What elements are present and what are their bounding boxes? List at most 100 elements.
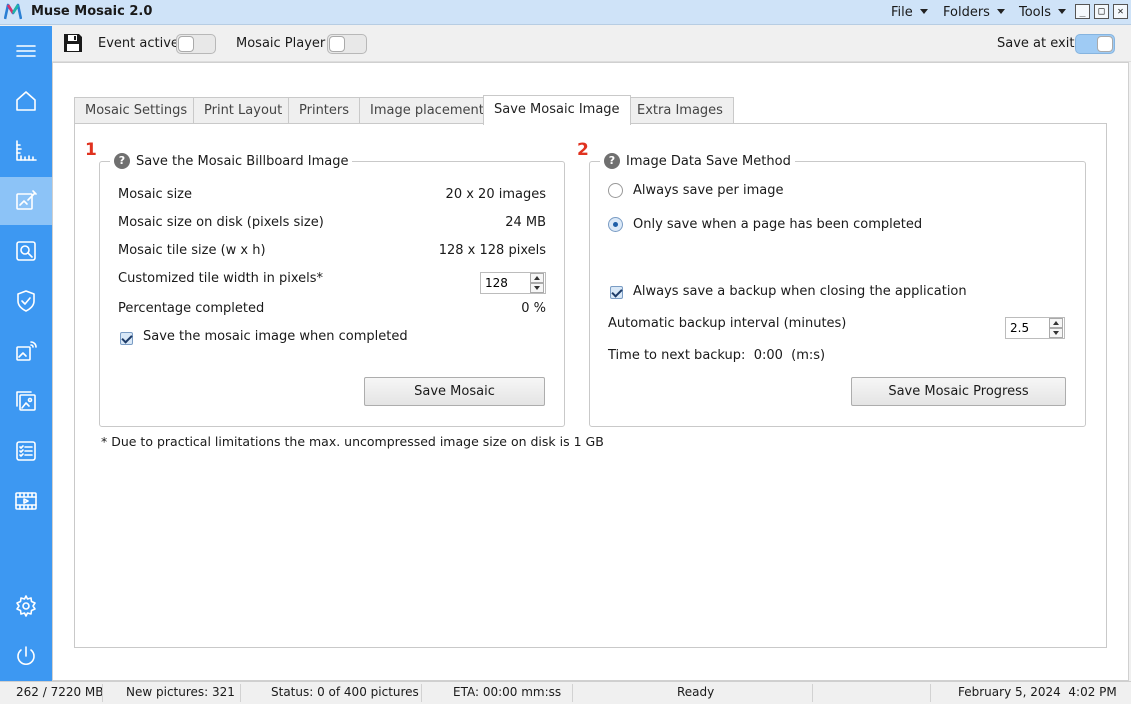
backup-interval-input[interactable]	[1006, 318, 1048, 338]
app-logo-icon	[4, 3, 22, 20]
stepper-down-button[interactable]	[1049, 328, 1063, 338]
status-separator	[240, 684, 241, 702]
backup-interval-stepper[interactable]	[1005, 317, 1065, 339]
status-state: Ready	[677, 685, 715, 699]
ruler-icon	[16, 140, 37, 161]
close-button[interactable]: ✕	[1113, 4, 1128, 19]
maximize-button[interactable]: □	[1094, 4, 1109, 19]
save-at-exit-label: Save at exit	[997, 36, 1075, 51]
sidebar-item-home[interactable]	[0, 77, 52, 125]
tile-size-value: 128 x 128 pixels	[438, 243, 546, 258]
footnote: * Due to practical limitations the max. …	[101, 434, 604, 449]
minimize-button[interactable]: _	[1075, 4, 1090, 19]
tab-save-mosaic-image[interactable]: Save Mosaic Image	[483, 95, 631, 125]
floppy-disk-icon[interactable]	[62, 32, 84, 54]
sidebar-item-search[interactable]	[0, 227, 52, 275]
sidebar-item-save-mosaic[interactable]	[0, 177, 52, 225]
custom-tile-width-stepper[interactable]	[480, 272, 546, 294]
status-separator	[102, 684, 103, 702]
mosaic-player-label: Mosaic Player	[236, 36, 326, 51]
event-active-toggle[interactable]	[176, 34, 216, 54]
toggle-knob	[329, 36, 345, 52]
mosaic-size-label: Mosaic size	[118, 187, 193, 202]
image-data-save-group: ? Image Data Save Method Always save per…	[589, 153, 1086, 427]
stepper-arrows	[1048, 318, 1064, 338]
event-active-label: Event active	[98, 36, 179, 51]
section-number-2: 2	[577, 140, 589, 160]
status-eta: ETA: 00:00 mm:ss	[453, 685, 562, 699]
shield-check-icon	[17, 290, 35, 312]
hamburger-menu-icon	[16, 45, 36, 57]
status-bar: 262 / 7220 MB New pictures: 321 Status: …	[0, 681, 1131, 704]
sidebar-item-layout[interactable]	[0, 127, 52, 175]
tile-size-label: Mosaic tile size (w x h)	[118, 243, 266, 258]
save-mosaic-progress-button[interactable]: Save Mosaic Progress	[851, 377, 1066, 406]
home-icon	[16, 91, 36, 111]
cast-image-icon	[16, 341, 37, 361]
sidebar-item-video[interactable]	[0, 477, 52, 525]
sidebar-item-photos[interactable]	[0, 377, 52, 425]
help-icon[interactable]: ?	[114, 153, 130, 169]
save-billboard-group: ? Save the Mosaic Billboard Image Mosaic…	[99, 153, 565, 427]
custom-tile-width-input[interactable]	[481, 273, 529, 293]
tab-printers[interactable]: Printers	[288, 97, 361, 124]
mosaic-disk-size-value: 24 MB	[505, 215, 546, 230]
next-backup-label: Time to next backup:	[608, 348, 746, 363]
backup-interval-label: Automatic backup interval (minutes)	[608, 316, 847, 331]
menu-file[interactable]: File	[891, 5, 928, 20]
chevron-down-icon	[1058, 9, 1067, 14]
stepper-down-button[interactable]	[530, 283, 544, 293]
main-panel: Mosaic Settings Print Layout Printers Im…	[52, 62, 1129, 681]
custom-tile-width-label: Customized tile width in pixels*	[118, 271, 324, 286]
section-number-1: 1	[85, 140, 97, 160]
menu-folders[interactable]: Folders	[943, 5, 1005, 20]
status-datetime: February 5, 2024 4:02 PM	[958, 685, 1117, 699]
save-at-exit-toggle[interactable]	[1075, 34, 1115, 54]
chevron-down-icon	[919, 9, 928, 14]
backup-on-close-checkbox[interactable]	[610, 286, 623, 299]
sidebar-item-menu[interactable]	[0, 27, 52, 75]
next-backup-row: Time to next backup: 0:00 (m:s)	[608, 348, 825, 363]
sidebar-item-cast[interactable]	[0, 327, 52, 375]
menu-folders-label: Folders	[943, 5, 990, 20]
status-separator	[421, 684, 422, 702]
save-when-completed-checkbox[interactable]	[120, 332, 133, 345]
help-icon[interactable]: ?	[604, 153, 620, 169]
always-save-radio[interactable]	[608, 183, 623, 198]
chevron-down-icon	[996, 9, 1005, 14]
gear-icon	[16, 595, 36, 617]
sidebar-item-settings[interactable]	[0, 582, 52, 630]
sidebar-item-power[interactable]	[0, 632, 52, 680]
stepper-up-button[interactable]	[1049, 318, 1063, 328]
menu-file-label: File	[891, 5, 913, 20]
save-billboard-title: Save the Mosaic Billboard Image	[136, 153, 349, 169]
tab-image-placement[interactable]: Image placement	[359, 97, 495, 124]
status-separator	[572, 684, 573, 702]
sidebar-item-checklist[interactable]	[0, 427, 52, 475]
app-title: Muse Mosaic 2.0	[31, 4, 153, 19]
photos-icon	[16, 391, 36, 411]
percentage-completed-value: 0 %	[521, 301, 546, 316]
sidebar-item-security[interactable]	[0, 277, 52, 325]
save-mosaic-button[interactable]: Save Mosaic	[364, 377, 545, 406]
mosaic-size-value: 20 x 20 images	[445, 187, 546, 202]
always-save-label: Always save per image	[633, 183, 784, 198]
title-bar: Muse Mosaic 2.0 File Folders Tools _ □ ✕	[0, 0, 1131, 25]
toggle-knob	[178, 36, 194, 52]
image-data-save-title: Image Data Save Method	[626, 153, 791, 169]
stepper-up-button[interactable]	[530, 273, 544, 283]
group-title: ? Image Data Save Method	[600, 153, 795, 169]
save-on-page-complete-label: Only save when a page has been completed	[633, 217, 923, 232]
save-on-page-complete-radio[interactable]	[608, 217, 623, 232]
status-separator	[930, 684, 931, 702]
tab-extra-images[interactable]: Extra Images	[626, 97, 734, 124]
tab-print-layout[interactable]: Print Layout	[193, 97, 294, 124]
next-backup-value: 0:00	[753, 348, 783, 363]
mosaic-player-toggle[interactable]	[327, 34, 367, 54]
tab-content: 1 ? Save the Mosaic Billboard Image Mosa…	[74, 123, 1107, 648]
status-memory: 262 / 7220 MB	[16, 685, 104, 699]
menu-tools[interactable]: Tools	[1019, 5, 1067, 20]
power-icon	[17, 646, 35, 665]
tab-mosaic-settings[interactable]: Mosaic Settings	[74, 97, 199, 124]
sidebar	[0, 26, 52, 681]
